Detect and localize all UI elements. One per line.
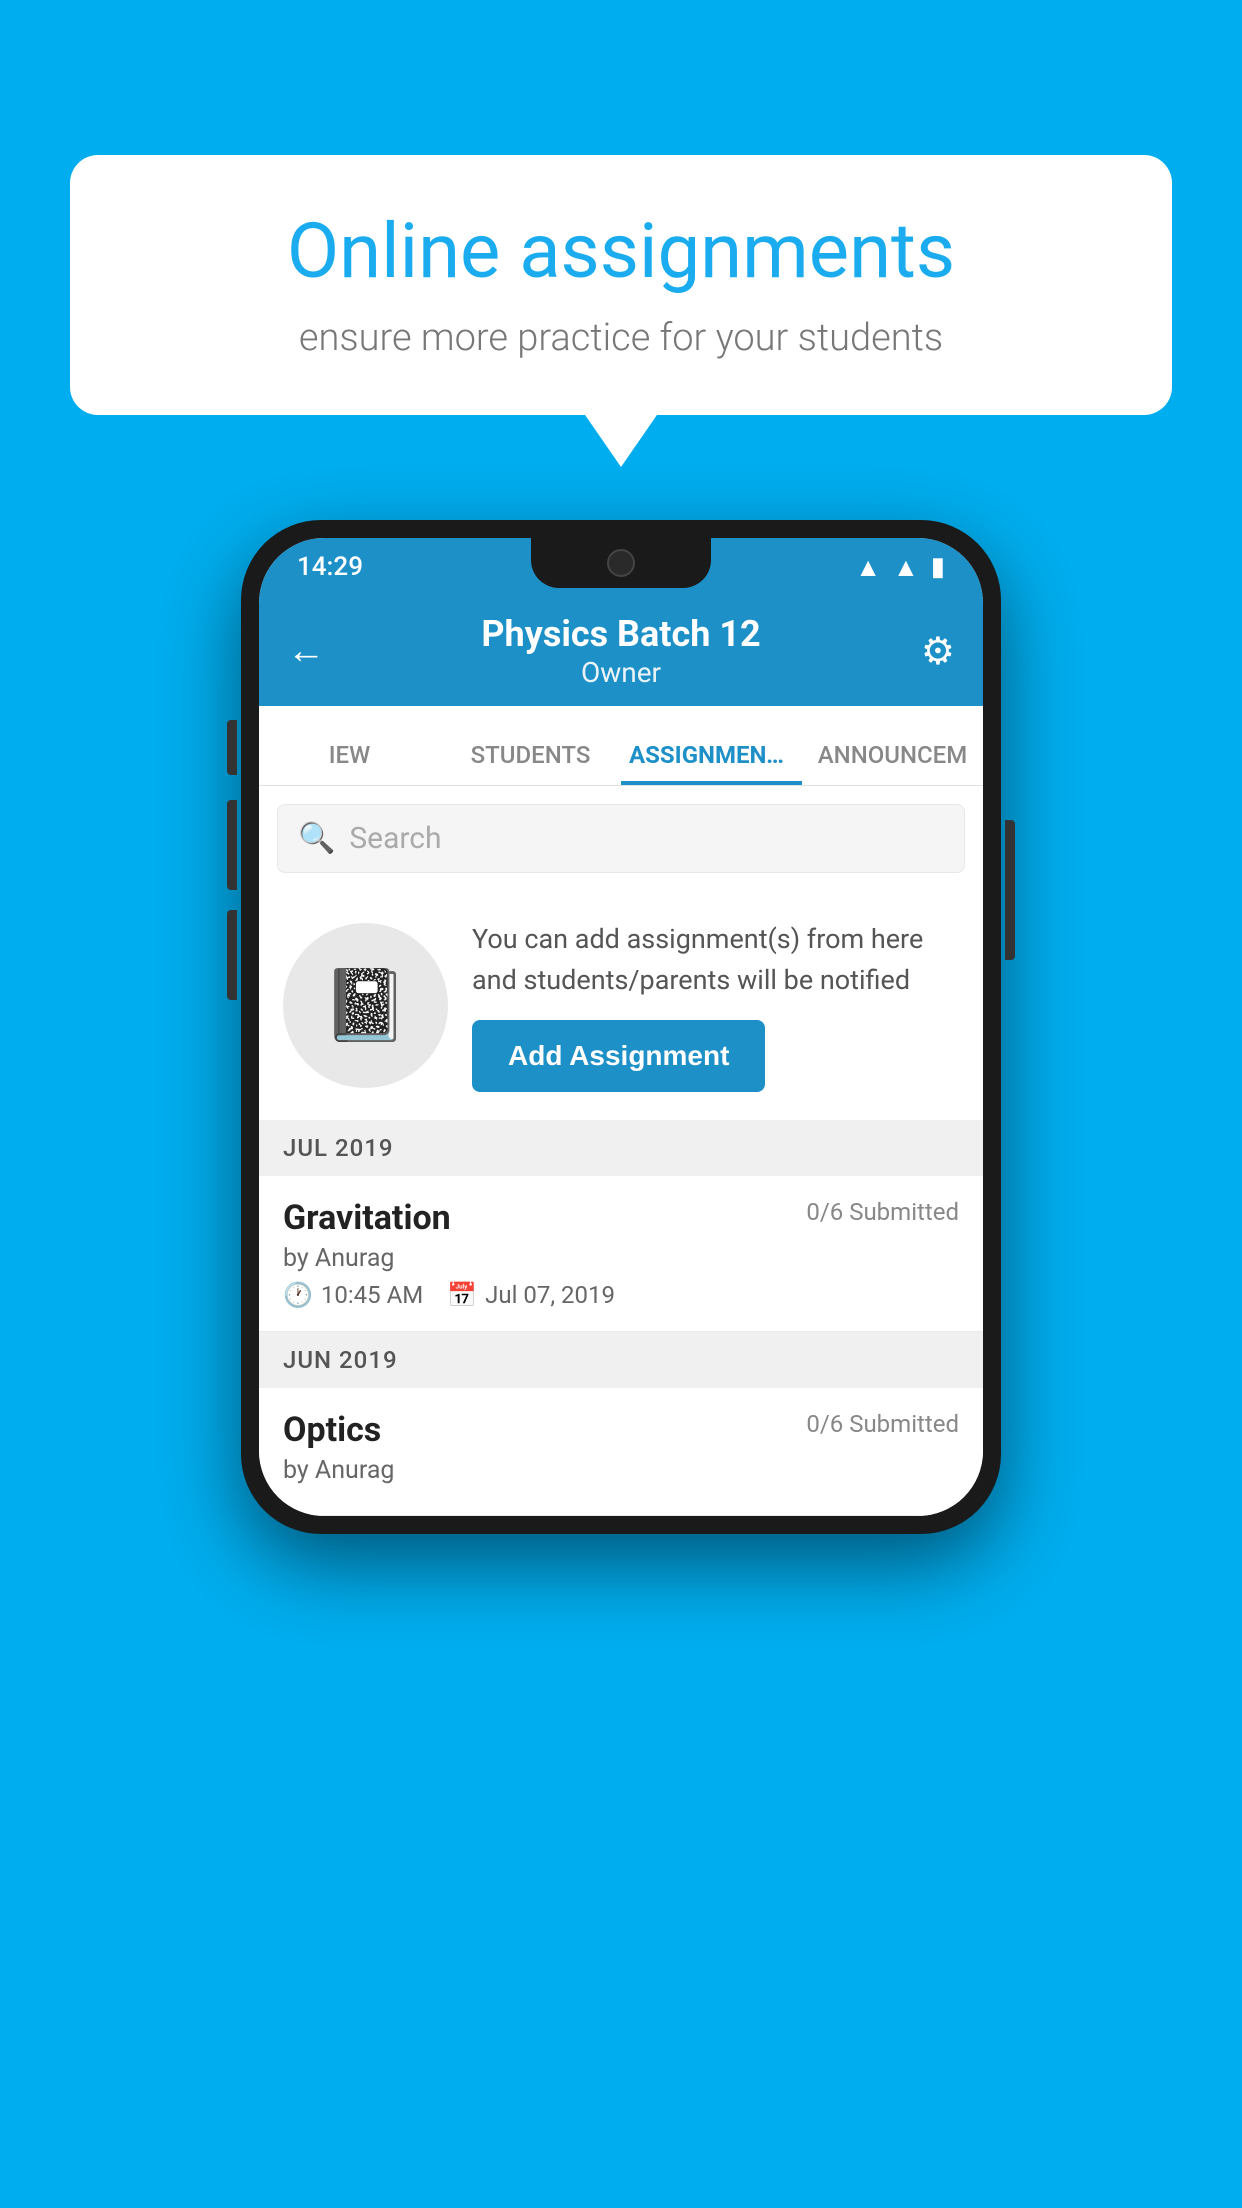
search-input[interactable]: Search <box>349 821 441 856</box>
top-bar-title-area: Physics Batch 12 Owner <box>481 613 760 689</box>
add-assignment-button[interactable]: Add Assignment <box>472 1020 765 1092</box>
promo-icon-circle: 📓 <box>283 923 448 1088</box>
tab-announcements[interactable]: ANNOUNCEM <box>802 741 983 785</box>
camera-dot <box>607 549 635 577</box>
assignment-submitted: 0/6 Submitted <box>806 1198 959 1226</box>
assignment-optics-top-row: Optics 0/6 Submitted <box>283 1410 959 1450</box>
assignment-by: by Anurag <box>283 1244 959 1273</box>
batch-subtitle: Owner <box>481 656 760 689</box>
speech-bubble: Online assignments ensure more practice … <box>70 155 1172 415</box>
phone-outer-shell: 14:29 ▲ ▲ ▮ ← Physics Batch 12 Owner ⚙ I… <box>241 520 1001 1534</box>
search-icon: 🔍 <box>298 821 335 856</box>
search-container: 🔍 Search <box>259 786 983 891</box>
assignment-item-optics[interactable]: Optics 0/6 Submitted by Anurag <box>259 1388 983 1516</box>
status-time: 14:29 <box>297 552 363 582</box>
tab-students[interactable]: STUDENTS <box>440 741 621 785</box>
notebook-icon: 📓 <box>322 965 409 1047</box>
phone-side-button-3 <box>227 910 237 1000</box>
promo-section: 📓 You can add assignment(s) from here an… <box>259 891 983 1120</box>
phone-screen: 14:29 ▲ ▲ ▮ ← Physics Batch 12 Owner ⚙ I… <box>259 538 983 1516</box>
status-icons: ▲ ▲ ▮ <box>855 552 945 583</box>
assignment-date: 📅 Jul 07, 2019 <box>447 1281 615 1309</box>
tab-iew[interactable]: IEW <box>259 741 440 785</box>
back-button[interactable]: ← <box>287 629 325 673</box>
phone-device: 14:29 ▲ ▲ ▮ ← Physics Batch 12 Owner ⚙ I… <box>241 520 1001 1534</box>
promo-text: You can add assignment(s) from here and … <box>472 919 959 1000</box>
phone-side-button-right <box>1005 820 1015 960</box>
batch-title: Physics Batch 12 <box>481 613 760 656</box>
assignment-optics-by: by Anurag <box>283 1456 959 1485</box>
tab-assignments[interactable]: ASSIGNMENTS <box>621 741 802 785</box>
assignment-date-value: Jul 07, 2019 <box>485 1281 615 1309</box>
assignment-name: Gravitation <box>283 1198 451 1238</box>
calendar-icon: 📅 <box>447 1281 477 1309</box>
phone-side-button-2 <box>227 800 237 890</box>
speech-bubble-area: Online assignments ensure more practice … <box>70 155 1172 415</box>
phone-notch <box>531 538 711 588</box>
bubble-title: Online assignments <box>130 210 1112 294</box>
search-bar[interactable]: 🔍 Search <box>277 804 965 873</box>
settings-icon[interactable]: ⚙ <box>921 629 955 674</box>
phone-side-button-1 <box>227 720 237 775</box>
assignment-meta: 🕐 10:45 AM 📅 Jul 07, 2019 <box>283 1281 959 1309</box>
battery-icon: ▮ <box>931 552 945 582</box>
assignment-top-row: Gravitation 0/6 Submitted <box>283 1198 959 1238</box>
wifi-icon: ▲ <box>855 552 881 583</box>
assignment-item-gravitation[interactable]: Gravitation 0/6 Submitted by Anurag 🕐 10… <box>259 1176 983 1332</box>
assignment-optics-submitted: 0/6 Submitted <box>806 1410 959 1438</box>
promo-content: You can add assignment(s) from here and … <box>472 919 959 1092</box>
app-top-bar: ← Physics Batch 12 Owner ⚙ <box>259 596 983 706</box>
assignment-time-value: 10:45 AM <box>321 1281 423 1309</box>
assignment-optics-name: Optics <box>283 1410 381 1450</box>
section-header-jul: JUL 2019 <box>259 1120 983 1176</box>
clock-icon: 🕐 <box>283 1281 313 1309</box>
section-header-jun: JUN 2019 <box>259 1332 983 1388</box>
signal-icon: ▲ <box>893 552 919 583</box>
tabs-bar: IEW STUDENTS ASSIGNMENTS ANNOUNCEM <box>259 706 983 786</box>
bubble-subtitle: ensure more practice for your students <box>130 316 1112 360</box>
assignment-time: 🕐 10:45 AM <box>283 1281 423 1309</box>
